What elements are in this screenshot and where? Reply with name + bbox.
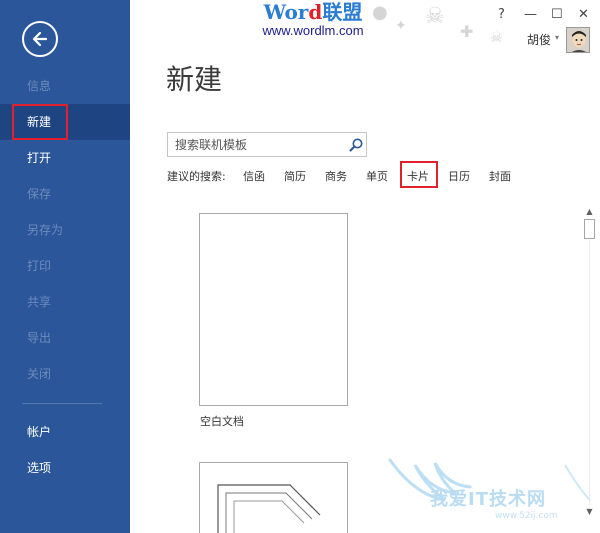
skull-small-decoration-icon: ☠ <box>490 30 503 46</box>
nav-item-save[interactable]: 保存 <box>0 176 130 212</box>
user-name[interactable]: 胡俊 <box>527 31 551 48</box>
suggestion-business[interactable]: 商务 <box>325 168 347 184</box>
search-icon[interactable] <box>348 137 364 153</box>
nav-item-open[interactable]: 打开 <box>0 140 130 176</box>
back-arrow-icon <box>32 31 48 47</box>
nav-item-account[interactable]: 帐户 <box>0 414 130 450</box>
user-menu-caret-icon[interactable]: ▾ <box>555 33 559 42</box>
suggestion-letters[interactable]: 信函 <box>243 168 265 184</box>
backstage-sidebar: 信息 新建 打开 保存 另存为 打印 共享 导出 关闭 帐户 选项 <box>0 0 130 533</box>
nav-item-options[interactable]: 选项 <box>0 450 130 486</box>
scroll-thumb[interactable] <box>584 219 595 239</box>
nav-item-info[interactable]: 信息 <box>0 68 130 104</box>
nav-item-save-as[interactable]: 另存为 <box>0 212 130 248</box>
suggested-searches-label: 建议的搜索: <box>167 170 226 183</box>
template-thumbnail[interactable] <box>199 462 348 533</box>
template-thumbnail-graphic <box>217 484 321 533</box>
avatar[interactable] <box>566 27 590 53</box>
minimize-button[interactable]: — <box>524 7 537 22</box>
back-button[interactable] <box>22 21 58 57</box>
skull-decoration-icon: ☠ <box>425 4 445 29</box>
suggestion-calendar[interactable]: 日历 <box>448 168 470 184</box>
nav-divider <box>22 403 102 404</box>
nav-item-close[interactable]: 关闭 <box>0 356 130 392</box>
site-watermark: 我爱IT技术网 www.52ij.com <box>385 455 595 525</box>
watermark-url: www.wordlm.com <box>262 23 364 38</box>
highlight-box-cards <box>400 161 438 188</box>
nav-item-share[interactable]: 共享 <box>0 284 130 320</box>
highlight-box-new <box>12 104 68 140</box>
site-watermark-text: 我爱IT技术网 <box>430 489 546 510</box>
wordlm-watermark: Word联盟 www.wordlm.com <box>248 0 378 38</box>
page-title: 新建 <box>166 63 223 96</box>
watermark-title: Word联盟 <box>263 0 363 24</box>
bone-decoration-icon: ✚ <box>460 22 474 41</box>
suggestion-resume[interactable]: 简历 <box>284 168 306 184</box>
close-button[interactable]: ✕ <box>578 7 589 22</box>
user-avatar-icon <box>567 28 589 52</box>
site-watermark-url: www.52ij.com <box>495 511 558 521</box>
template-search-box[interactable] <box>167 132 367 157</box>
nav-item-export[interactable]: 导出 <box>0 320 130 356</box>
star-decoration-icon: ✦ <box>395 18 407 34</box>
blank-document-template[interactable] <box>199 213 348 406</box>
help-button[interactable]: ? <box>498 7 505 22</box>
suggestion-cover[interactable]: 封面 <box>489 168 511 184</box>
nav-item-print[interactable]: 打印 <box>0 248 130 284</box>
maximize-button[interactable]: ☐ <box>551 7 563 22</box>
scroll-up-arrow-icon[interactable]: ▲ <box>583 206 596 218</box>
template-search-input[interactable] <box>168 133 343 156</box>
suggestion-flyer[interactable]: 单页 <box>366 168 388 184</box>
template-caption-blank: 空白文档 <box>200 415 244 428</box>
